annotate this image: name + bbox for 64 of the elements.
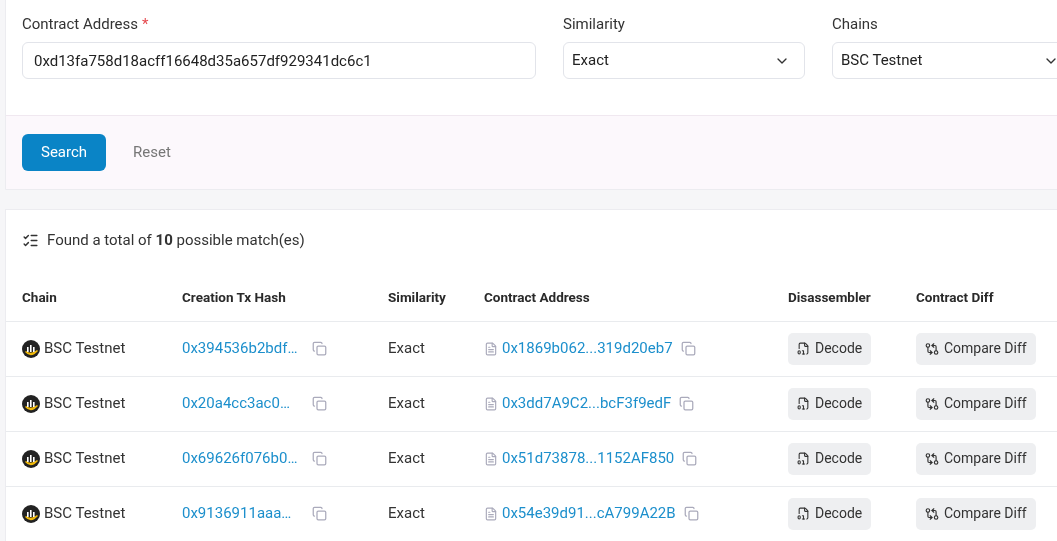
decode-button[interactable]: Decode [788,387,872,420]
copy-icon[interactable] [312,396,327,411]
contract-address-link[interactable]: 0x1869b062...319d20eb7 [502,337,673,360]
search-button[interactable]: Search [22,134,107,171]
chain-logo-icon [22,504,40,523]
similarity-value: Exact [388,448,426,470]
compare-arrows-icon [925,341,939,356]
chain-logo-icon [22,394,40,413]
binary-file-icon [797,452,810,465]
contract-address-input[interactable]: 0xd13fa758d18acff16648d35a657df929341dc6c1 [22,42,536,79]
chain-logo-icon [22,339,40,358]
decode-button[interactable]: Decode [788,442,872,475]
column-header: Chain [22,287,58,307]
compare-diff-button[interactable]: Compare Diff [916,497,1036,530]
similarity-value: Exact [388,393,426,415]
tx-hash-link[interactable]: 0x9136911aaa… [182,502,312,525]
tx-hash-link[interactable]: 0x394536b2bdf… [182,337,312,360]
field-label: Contract Address [22,15,139,33]
chain-name: BSC Testnet [44,393,126,415]
contract-address-link[interactable]: 0x3dd7A9C2...bcF3f9edF [502,392,672,415]
compare-arrows-icon [925,396,939,411]
file-icon [484,396,498,411]
compare-diff-button[interactable]: Compare Diff [916,442,1036,475]
copy-icon[interactable] [312,341,327,356]
chain-name: BSC Testnet [44,448,126,470]
compare-diff-button[interactable]: Compare Diff [916,332,1036,365]
column-header: Creation Tx Hash [182,287,287,307]
select-field[interactable]: BSC Testnet [832,42,1057,79]
column-header: Disassembler [788,287,872,307]
file-icon [484,341,498,356]
file-icon [484,451,498,466]
contract-address-link[interactable]: 0x51d73878...1152AF850 [502,447,675,470]
copy-icon[interactable] [679,396,695,411]
binary-file-icon [797,507,810,520]
compare-arrows-icon [925,506,939,521]
decode-button[interactable]: Decode [788,332,872,365]
similarity-value: Exact [388,338,426,360]
copy-icon[interactable] [680,341,696,356]
results-summary: Found a total of 10 possible match(es) [47,230,305,251]
field-label: Similarity [563,15,625,33]
chain-name: BSC Testnet [44,503,126,525]
similarity-value: Exact [388,503,426,525]
chain-logo-icon [22,449,40,468]
copy-icon[interactable] [682,451,698,466]
field-label: Chains [832,15,878,33]
column-header: Similarity [388,287,447,307]
binary-file-icon [797,342,810,355]
binary-file-icon [797,397,810,410]
chain-name: BSC Testnet [44,338,126,360]
required-mark: * [142,15,149,33]
copy-icon[interactable] [312,506,327,521]
compare-arrows-icon [925,451,939,466]
contract-address-link[interactable]: 0x54e39d91...cA799A22B [502,502,676,525]
decode-button[interactable]: Decode [788,497,872,530]
column-header: Contract Address [484,287,591,307]
column-header: Contract Diff [916,287,995,307]
tx-hash-link[interactable]: 0x20a4cc3ac0… [182,392,312,415]
copy-icon[interactable] [683,506,699,521]
file-icon [484,506,498,521]
copy-icon[interactable] [312,451,327,466]
select-field[interactable]: Exact [563,42,805,79]
tx-hash-link[interactable]: 0x69626f076b0… [182,447,312,470]
reset-button[interactable]: Reset [125,134,179,171]
compare-diff-button[interactable]: Compare Diff [916,387,1036,420]
